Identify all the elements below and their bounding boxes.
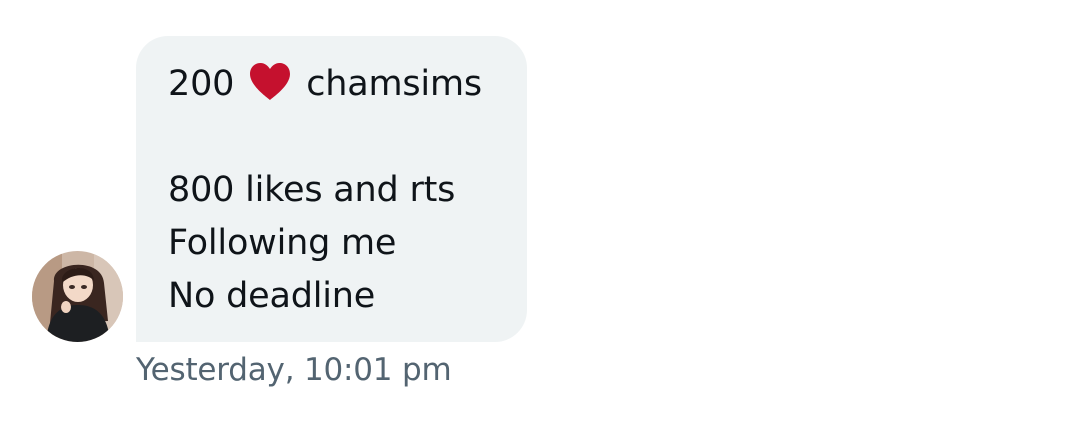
message-line-4: No deadline [168, 276, 376, 316]
message-count: 200 [168, 64, 235, 104]
message-row: 200 chamsims 800 likes and rts Following … [32, 36, 527, 342]
message-timestamp: Yesterday, 10:01 pm [136, 352, 452, 388]
message-bubble[interactable]: 200 chamsims 800 likes and rts Following … [136, 36, 527, 342]
message-line-1: 200 chamsims [168, 58, 511, 111]
heart-icon [248, 62, 292, 102]
message-line-3: Following me [168, 223, 397, 263]
message-name: chamsims [306, 64, 482, 104]
avatar-image [32, 251, 123, 342]
message-line-2: 800 likes and rts [168, 170, 456, 210]
avatar[interactable] [32, 251, 123, 342]
